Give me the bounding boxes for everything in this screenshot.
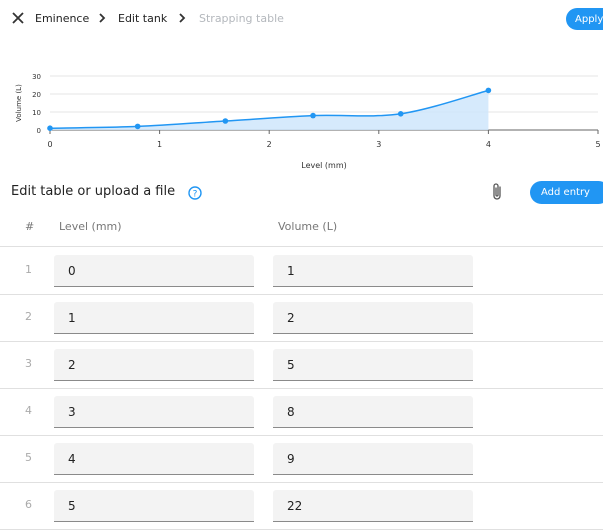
level-input[interactable] (54, 349, 254, 381)
data-point (222, 118, 229, 124)
y-tick-label: 30 (32, 73, 41, 81)
data-point (310, 112, 316, 119)
close-icon[interactable] (11, 11, 25, 25)
volume-input[interactable] (273, 349, 473, 381)
data-point (47, 125, 53, 131)
volume-input[interactable] (273, 443, 473, 475)
apply-button[interactable]: Apply (566, 8, 603, 30)
x-tick-label: 1 (157, 140, 162, 149)
y-tick-label: 10 (32, 109, 41, 117)
row-number: 1 (25, 263, 32, 276)
series-area (50, 90, 489, 130)
level-input[interactable] (54, 443, 254, 475)
row-number: 6 (25, 498, 32, 511)
table-row: 4 (0, 388, 603, 436)
table-row: 2 (0, 294, 603, 342)
help-icon[interactable]: ? (188, 186, 202, 200)
volume-input[interactable] (273, 396, 473, 428)
breadcrumb-strapping-table: Strapping table (199, 12, 284, 25)
column-header-level: Level (mm) (59, 220, 122, 233)
volume-input[interactable] (273, 255, 473, 287)
level-input[interactable] (54, 302, 254, 334)
x-tick-label: 4 (486, 140, 491, 149)
volume-input[interactable] (273, 302, 473, 334)
x-axis-title: Level (mm) (301, 161, 347, 170)
svg-text:?: ? (193, 190, 198, 200)
x-tick-label: 2 (267, 140, 272, 149)
row-number: 2 (25, 310, 32, 323)
column-header-volume: Volume (L) (278, 220, 338, 233)
data-point (134, 123, 141, 130)
level-input[interactable] (54, 396, 254, 428)
attach-file-icon[interactable] (490, 182, 506, 202)
level-input[interactable] (54, 490, 254, 522)
level-input[interactable] (54, 255, 254, 287)
table-header: # Level (mm) Volume (L) (0, 210, 603, 247)
chevron-right-icon (99, 13, 106, 23)
x-tick-label: 5 (595, 140, 600, 149)
breadcrumb-edit-tank[interactable]: Edit tank (118, 12, 167, 25)
row-number: 5 (25, 451, 32, 464)
y-tick-label: 0 (37, 127, 41, 135)
volume-input[interactable] (273, 490, 473, 522)
add-entry-button[interactable]: Add entry (530, 181, 603, 204)
breadcrumb-eminence[interactable]: Eminence (35, 12, 89, 25)
data-point (397, 111, 404, 117)
y-tick-label: 20 (32, 91, 41, 99)
table-row: 1 (0, 247, 603, 295)
y-axis-title: Volume (L) (15, 84, 23, 122)
chevron-right-icon (179, 13, 186, 23)
table-row: 3 (0, 341, 603, 389)
x-tick-label: 0 (47, 140, 52, 149)
strapping-chart: 0 10 20 30 0 1 2 3 4 5 Level (mm) Volume (L) (15, 73, 601, 170)
section-title: Edit table or upload a file (11, 184, 176, 199)
row-number: 4 (25, 404, 32, 417)
table-row: 6 (0, 482, 603, 530)
column-header-index: # (25, 220, 35, 233)
table-row: 5 (0, 435, 603, 483)
data-point (485, 87, 492, 94)
row-number: 3 (25, 357, 32, 370)
top-bar: Eminence Edit tank Strapping table Apply (0, 0, 603, 38)
x-tick-label: 3 (376, 140, 381, 149)
